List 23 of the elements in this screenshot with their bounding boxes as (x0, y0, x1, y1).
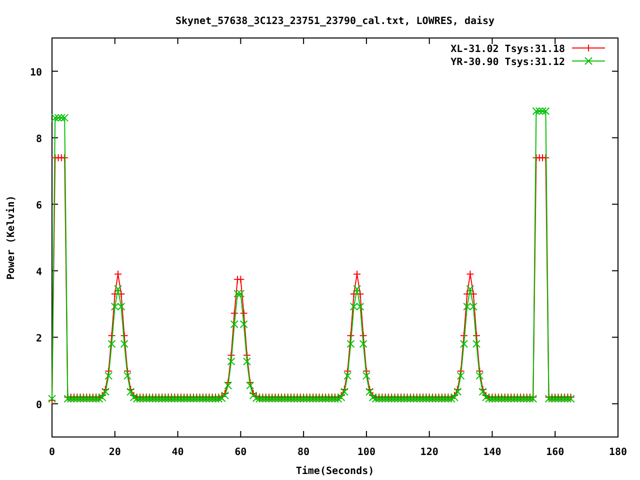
y-tick-label: 10 (30, 67, 42, 78)
y-tick-label: 6 (36, 200, 42, 212)
x-tick-label: 0 (48, 447, 56, 458)
x-tick-label: 80 (298, 447, 310, 458)
y-tick-label: 0 (36, 400, 42, 411)
legend-plus-sample (572, 44, 606, 52)
x-tick-label: 160 (546, 447, 564, 458)
x-tick-label: 180 (608, 447, 628, 458)
y-tick-label: 2 (36, 333, 42, 344)
x-tick-label: 20 (108, 447, 121, 458)
x-tick-label: 40 (172, 447, 184, 458)
y-axis-label: Power (Kelvin) (6, 195, 17, 280)
x-tick-label: 120 (420, 447, 438, 458)
x-tick-label: 140 (483, 447, 502, 458)
y-tick-label: 8 (36, 134, 42, 145)
x-tick-label: 60 (234, 447, 247, 458)
legend-label: XL-31.02 Tsys:31.18 (450, 44, 565, 55)
legend-cross-sample (572, 57, 606, 65)
legend-label: YR-30.90 Tsys:31.12 (450, 57, 565, 68)
x-axis-label: Time(Seconds) (296, 466, 374, 477)
x-tick-label: 100 (357, 447, 376, 458)
chart-title: Skynet_57638_3C123_23751_23790_cal.txt, LOWRES, daisy (175, 16, 495, 27)
y-tick-label: 4 (36, 266, 42, 278)
